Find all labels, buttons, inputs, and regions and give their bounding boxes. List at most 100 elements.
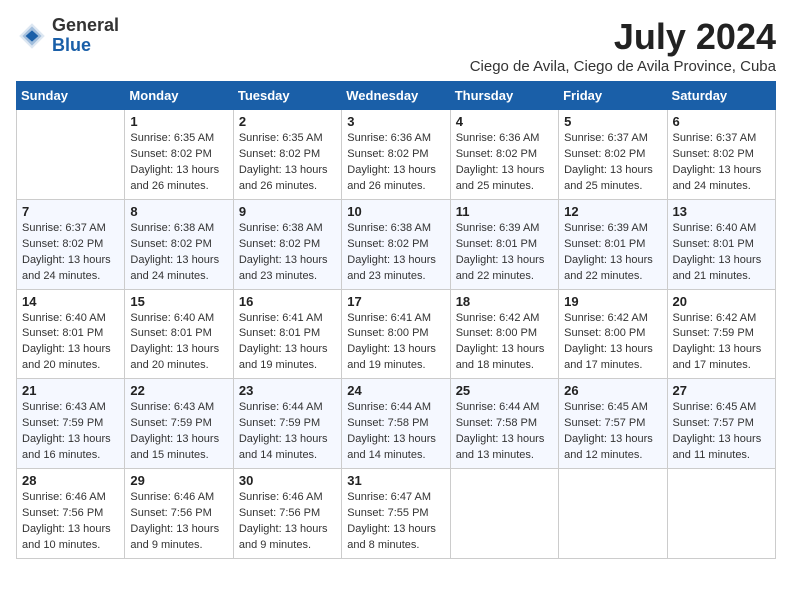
day-cell: 12 Sunrise: 6:39 AMSunset: 8:01 PMDayligh…	[559, 199, 667, 289]
day-detail: Sunrise: 6:40 AMSunset: 8:01 PMDaylight:…	[673, 221, 770, 285]
day-number: 6	[673, 114, 770, 129]
day-detail: Sunrise: 6:45 AMSunset: 7:57 PMDaylight:…	[673, 400, 770, 464]
day-cell	[450, 469, 558, 559]
day-detail: Sunrise: 6:42 AMSunset: 8:00 PMDaylight:…	[456, 311, 553, 375]
day-number: 18	[456, 294, 553, 309]
day-detail: Sunrise: 6:42 AMSunset: 7:59 PMDaylight:…	[673, 311, 770, 375]
day-detail: Sunrise: 6:38 AMSunset: 8:02 PMDaylight:…	[130, 221, 227, 285]
day-cell: 13 Sunrise: 6:40 AMSunset: 8:01 PMDayligh…	[667, 199, 775, 289]
logo-general: General	[52, 16, 119, 36]
day-number: 20	[673, 294, 770, 309]
day-number: 24	[347, 383, 444, 398]
week-row-4: 21 Sunrise: 6:43 AMSunset: 7:59 PMDayligh…	[17, 379, 776, 469]
header-cell-sunday: Sunday	[17, 82, 125, 110]
day-number: 22	[130, 383, 227, 398]
day-detail: Sunrise: 6:44 AMSunset: 7:59 PMDaylight:…	[239, 400, 336, 464]
header: General Blue July 2024 Ciego de Avila, C…	[16, 16, 776, 75]
day-cell: 6Sunrise: 6:37 AMSunset: 8:02 PMDaylight…	[667, 110, 775, 200]
day-number: 28	[22, 473, 119, 488]
day-detail: Sunrise: 6:46 AMSunset: 7:56 PMDaylight:…	[239, 490, 336, 554]
header-cell-thursday: Thursday	[450, 82, 558, 110]
calendar-header: SundayMondayTuesdayWednesdayThursdayFrid…	[17, 82, 776, 110]
day-cell: 9Sunrise: 6:38 AMSunset: 8:02 PMDaylight…	[233, 199, 341, 289]
day-detail: Sunrise: 6:40 AMSunset: 8:01 PMDaylight:…	[130, 311, 227, 375]
day-cell: 23 Sunrise: 6:44 AMSunset: 7:59 PMDayligh…	[233, 379, 341, 469]
header-cell-monday: Monday	[125, 82, 233, 110]
header-row: SundayMondayTuesdayWednesdayThursdayFrid…	[17, 82, 776, 110]
day-cell: 15 Sunrise: 6:40 AMSunset: 8:01 PMDayligh…	[125, 289, 233, 379]
day-detail: Sunrise: 6:39 AMSunset: 8:01 PMDaylight:…	[564, 221, 661, 285]
day-number: 11	[456, 204, 553, 219]
day-number: 5	[564, 114, 661, 129]
day-number: 25	[456, 383, 553, 398]
day-number: 23	[239, 383, 336, 398]
day-cell: 22 Sunrise: 6:43 AMSunset: 7:59 PMDayligh…	[125, 379, 233, 469]
day-number: 29	[130, 473, 227, 488]
day-cell: 14 Sunrise: 6:40 AMSunset: 8:01 PMDayligh…	[17, 289, 125, 379]
day-number: 27	[673, 383, 770, 398]
main-title: July 2024	[470, 16, 776, 58]
day-detail: Sunrise: 6:38 AMSunset: 8:02 PMDaylight:…	[347, 221, 444, 285]
day-detail: Sunrise: 6:37 AMSunset: 8:02 PMDaylight:…	[22, 221, 119, 285]
day-number: 14	[22, 294, 119, 309]
subtitle: Ciego de Avila, Ciego de Avila Province,…	[470, 58, 776, 75]
day-detail: Sunrise: 6:43 AMSunset: 7:59 PMDaylight:…	[130, 400, 227, 464]
logo: General Blue	[16, 16, 119, 56]
day-number: 26	[564, 383, 661, 398]
day-number: 4	[456, 114, 553, 129]
day-cell: 8Sunrise: 6:38 AMSunset: 8:02 PMDaylight…	[125, 199, 233, 289]
logo-blue: Blue	[52, 36, 119, 56]
day-cell: 28 Sunrise: 6:46 AMSunset: 7:56 PMDayligh…	[17, 469, 125, 559]
calendar-body: 1Sunrise: 6:35 AMSunset: 8:02 PMDaylight…	[17, 110, 776, 559]
day-detail: Sunrise: 6:41 AMSunset: 8:01 PMDaylight:…	[239, 311, 336, 375]
day-cell: 11Sunrise: 6:39 AMSunset: 8:01 PMDayligh…	[450, 199, 558, 289]
day-cell: 24Sunrise: 6:44 AMSunset: 7:58 PMDayligh…	[342, 379, 450, 469]
header-cell-wednesday: Wednesday	[342, 82, 450, 110]
week-row-1: 1Sunrise: 6:35 AMSunset: 8:02 PMDaylight…	[17, 110, 776, 200]
week-row-2: 7 Sunrise: 6:37 AMSunset: 8:02 PMDaylight…	[17, 199, 776, 289]
day-number: 13	[673, 204, 770, 219]
day-detail: Sunrise: 6:43 AMSunset: 7:59 PMDaylight:…	[22, 400, 119, 464]
day-detail: Sunrise: 6:41 AMSunset: 8:00 PMDaylight:…	[347, 311, 444, 375]
day-number: 12	[564, 204, 661, 219]
day-number: 31	[347, 473, 444, 488]
day-detail: Sunrise: 6:47 AMSunset: 7:55 PMDaylight:…	[347, 490, 444, 554]
day-detail: Sunrise: 6:35 AMSunset: 8:02 PMDaylight:…	[130, 131, 227, 195]
week-row-5: 28 Sunrise: 6:46 AMSunset: 7:56 PMDayligh…	[17, 469, 776, 559]
day-cell: 26 Sunrise: 6:45 AMSunset: 7:57 PMDayligh…	[559, 379, 667, 469]
day-number: 17	[347, 294, 444, 309]
day-cell	[17, 110, 125, 200]
day-cell	[559, 469, 667, 559]
day-cell: 21 Sunrise: 6:43 AMSunset: 7:59 PMDayligh…	[17, 379, 125, 469]
day-cell: 18 Sunrise: 6:42 AMSunset: 8:00 PMDayligh…	[450, 289, 558, 379]
week-row-3: 14 Sunrise: 6:40 AMSunset: 8:01 PMDayligh…	[17, 289, 776, 379]
day-detail: Sunrise: 6:36 AMSunset: 8:02 PMDaylight:…	[347, 131, 444, 195]
day-detail: Sunrise: 6:42 AMSunset: 8:00 PMDaylight:…	[564, 311, 661, 375]
day-detail: Sunrise: 6:46 AMSunset: 7:56 PMDaylight:…	[22, 490, 119, 554]
day-detail: Sunrise: 6:44 AMSunset: 7:58 PMDaylight:…	[456, 400, 553, 464]
logo-text: General Blue	[52, 16, 119, 56]
day-cell: 3Sunrise: 6:36 AMSunset: 8:02 PMDaylight…	[342, 110, 450, 200]
day-detail: Sunrise: 6:36 AMSunset: 8:02 PMDaylight:…	[456, 131, 553, 195]
day-number: 2	[239, 114, 336, 129]
day-cell: 27 Sunrise: 6:45 AMSunset: 7:57 PMDayligh…	[667, 379, 775, 469]
day-cell: 31 Sunrise: 6:47 AMSunset: 7:55 PMDayligh…	[342, 469, 450, 559]
title-block: July 2024 Ciego de Avila, Ciego de Avila…	[470, 16, 776, 75]
day-detail: Sunrise: 6:46 AMSunset: 7:56 PMDaylight:…	[130, 490, 227, 554]
day-cell: 4 Sunrise: 6:36 AMSunset: 8:02 PMDaylight…	[450, 110, 558, 200]
day-number: 15	[130, 294, 227, 309]
day-cell: 7 Sunrise: 6:37 AMSunset: 8:02 PMDaylight…	[17, 199, 125, 289]
day-number: 16	[239, 294, 336, 309]
day-detail: Sunrise: 6:45 AMSunset: 7:57 PMDaylight:…	[564, 400, 661, 464]
day-cell: 1Sunrise: 6:35 AMSunset: 8:02 PMDaylight…	[125, 110, 233, 200]
header-cell-friday: Friday	[559, 82, 667, 110]
day-number: 7	[22, 204, 119, 219]
day-number: 9	[239, 204, 336, 219]
day-detail: Sunrise: 6:40 AMSunset: 8:01 PMDaylight:…	[22, 311, 119, 375]
day-cell: 25 Sunrise: 6:44 AMSunset: 7:58 PMDayligh…	[450, 379, 558, 469]
day-cell: 5 Sunrise: 6:37 AMSunset: 8:02 PMDaylight…	[559, 110, 667, 200]
day-number: 19	[564, 294, 661, 309]
day-number: 21	[22, 383, 119, 398]
day-detail: Sunrise: 6:37 AMSunset: 8:02 PMDaylight:…	[564, 131, 661, 195]
day-cell: 30Sunrise: 6:46 AMSunset: 7:56 PMDayligh…	[233, 469, 341, 559]
